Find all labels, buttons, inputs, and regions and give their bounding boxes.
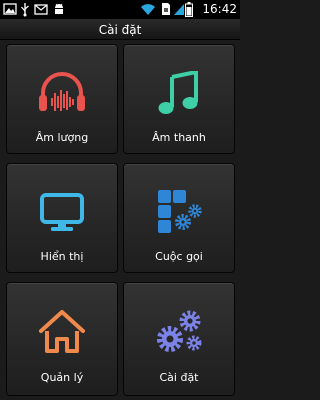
wifi-icon xyxy=(141,4,155,15)
tile-volume[interactable]: Âm lượng xyxy=(6,44,118,154)
tile-label: Hiển thị xyxy=(40,250,84,263)
tile-display[interactable]: Hiển thị xyxy=(6,163,118,273)
status-time: 16:42 xyxy=(202,2,237,16)
music-note-icon xyxy=(158,71,198,114)
tile-label: Âm thanh xyxy=(152,131,206,144)
battery-icon xyxy=(185,2,193,17)
header-bar: Cài đặt xyxy=(0,19,240,40)
tile-calls[interactable]: Cuộc gọi xyxy=(123,163,235,273)
tile-label: Quản lý xyxy=(40,371,84,384)
tile-label: Cuộc gọi xyxy=(155,250,203,263)
tile-settings[interactable]: Cài đặt xyxy=(123,282,235,396)
android-icon xyxy=(55,3,63,14)
headphones-icon xyxy=(39,72,85,111)
gears-icon xyxy=(157,310,202,352)
sim-icon xyxy=(162,3,170,15)
image-icon xyxy=(3,3,17,15)
apps-gear-icon xyxy=(158,190,202,233)
mail-icon xyxy=(34,4,48,15)
tile-label: Âm lượng xyxy=(35,131,89,144)
page-title: Cài đặt xyxy=(98,23,142,37)
tile-label: Cài đặt xyxy=(159,371,199,384)
usb-icon xyxy=(21,3,29,17)
signal-icon xyxy=(174,4,184,15)
tile-sound[interactable]: Âm thanh xyxy=(123,44,235,154)
home-icon xyxy=(39,310,85,353)
status-bar: 16:42 xyxy=(0,0,240,19)
monitor-icon xyxy=(40,193,84,231)
tile-manage[interactable]: Quản lý xyxy=(6,282,118,396)
